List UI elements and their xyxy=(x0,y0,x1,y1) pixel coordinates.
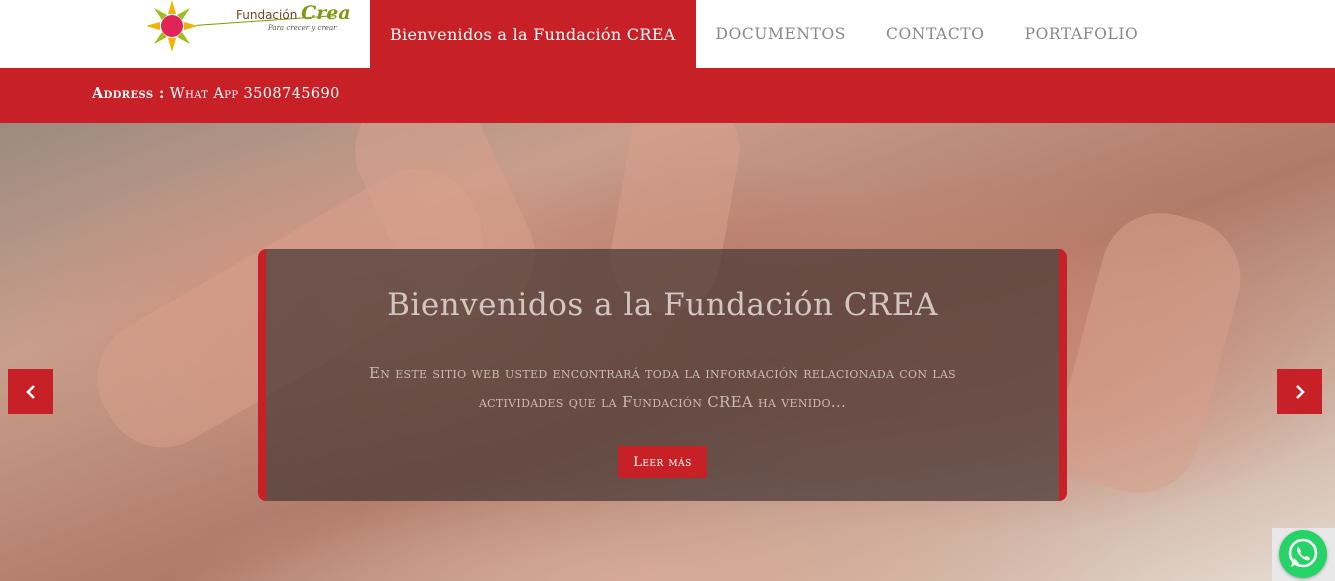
slide-title: Bienvenidos a la Fundación CREA xyxy=(387,287,938,323)
slider-next-button[interactable] xyxy=(1277,369,1322,414)
slide-text: En este sitio web usted encontrará toda … xyxy=(368,364,957,411)
chevron-left-icon xyxy=(25,384,35,399)
nav-item-portafolio[interactable]: Portafolio xyxy=(1005,0,1159,68)
chevron-right-icon xyxy=(1295,384,1305,399)
site-header: Fundación Crea Para crecer y crear Bienv… xyxy=(0,0,1335,68)
nav-item-documentos[interactable]: Documentos xyxy=(696,0,866,68)
logo-prefix: Fundación xyxy=(236,8,298,22)
sun-logo-icon xyxy=(146,0,198,52)
nav-item-contacto[interactable]: Contacto xyxy=(866,0,1005,68)
logo-text: Fundación Crea xyxy=(236,2,351,24)
whatsapp-button[interactable] xyxy=(1279,530,1327,578)
address-line: Address : What App 3508745690 xyxy=(92,85,340,102)
read-more-button[interactable]: Leer más xyxy=(618,446,707,478)
hero-slider: Bienvenidos a la Fundación CREA En este … xyxy=(0,123,1335,581)
logo[interactable]: Fundación Crea Para crecer y crear xyxy=(136,0,351,52)
info-bar: Address : What App 3508745690 xyxy=(0,68,1335,123)
nav-item-home[interactable]: Bienvenidos a la Fundación CREA xyxy=(370,0,696,68)
hero-image-detail xyxy=(1046,199,1254,507)
main-nav: Bienvenidos a la Fundación CREA Document… xyxy=(370,0,1158,68)
slide-caption: Bienvenidos a la Fundación CREA En este … xyxy=(258,249,1067,501)
logo-name: Crea xyxy=(301,2,351,24)
address-value: What App 3508745690 xyxy=(169,86,340,102)
address-label: Address : xyxy=(92,85,165,102)
whatsapp-icon xyxy=(1288,538,1318,568)
slider-prev-button[interactable] xyxy=(8,369,53,414)
logo-tagline: Para crecer y crear xyxy=(268,24,337,32)
